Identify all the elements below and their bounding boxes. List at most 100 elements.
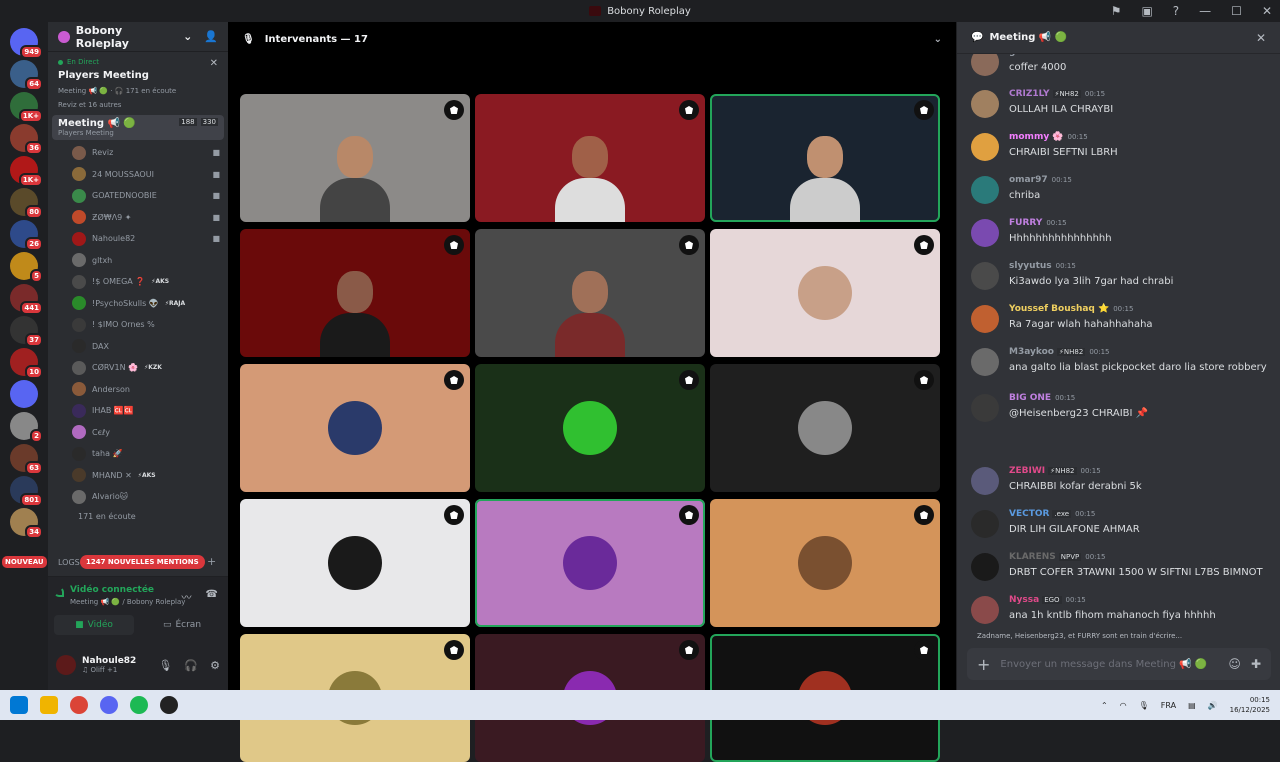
clock[interactable]: 00:15 16/12/2025 (1230, 695, 1270, 715)
add-channel-icon[interactable]: + (207, 555, 216, 568)
video-tile[interactable] (710, 499, 940, 627)
headphones-icon[interactable]: 🎧 (184, 659, 198, 672)
listeners-count[interactable]: 171 en écoute (48, 508, 228, 526)
server-icon[interactable]: 26 (10, 220, 43, 251)
taskbar-app-icon[interactable] (40, 696, 58, 714)
voice-member[interactable]: Nahoule82 ■ (72, 228, 228, 250)
chevron-down-icon[interactable]: ⌄ (934, 34, 942, 45)
server-icon[interactable]: 64 (10, 60, 43, 91)
voice-member[interactable]: CØRV1N 🌸 ⚡KZK (72, 357, 228, 379)
mic-icon[interactable]: 🎙 (158, 659, 172, 672)
server-icon[interactable]: 949 (10, 28, 43, 59)
voice-member[interactable]: !$ OMEGA ❓ ⚡AKS (72, 271, 228, 293)
live-event-card[interactable]: En Direct Players Meeting Meeting 📢 🟢 · … (48, 52, 228, 109)
taskbar-app-icon[interactable] (160, 696, 178, 714)
taskbar-app-icon[interactable] (100, 696, 118, 714)
spotlight-pin-icon[interactable] (679, 100, 699, 120)
help-icon[interactable]: ? (1173, 4, 1179, 18)
video-tile[interactable] (710, 94, 940, 222)
spotlight-pin-icon[interactable] (444, 640, 464, 660)
server-icon[interactable]: 1K+ (10, 156, 43, 187)
video-tile[interactable] (240, 229, 470, 357)
server-icon[interactable]: 801 (10, 476, 43, 507)
voice-member[interactable]: Cєℓу (72, 422, 228, 444)
server-icon[interactable]: 63 (10, 444, 43, 475)
spotlight-pin-icon[interactable] (679, 640, 699, 660)
video-tile[interactable] (710, 229, 940, 357)
voice-member[interactable]: IHAB 🆑🆑 (72, 400, 228, 422)
logs-category[interactable]: LOGS (58, 558, 80, 567)
wifi-icon[interactable]: ◠ (1120, 701, 1127, 710)
taskbar-app-icon[interactable] (70, 696, 88, 714)
voice-member[interactable]: GOATEDNOOBIE ■ (72, 185, 228, 207)
inbox-icon[interactable]: ⚑ (1111, 4, 1122, 18)
video-tile[interactable] (475, 364, 705, 492)
server-icon[interactable]: 36 (10, 124, 43, 155)
server-icon[interactable]: 37 (10, 316, 43, 347)
server-icon[interactable]: 34 (10, 508, 43, 539)
guild-header[interactable]: Bobony Roleplay ⌄ 👤 (48, 22, 228, 52)
server-icon[interactable]: 441 (10, 284, 43, 315)
avatar[interactable] (56, 655, 76, 675)
disconnect-icon[interactable]: ☎ (206, 589, 218, 604)
taskbar-app-icon[interactable] (130, 696, 148, 714)
mic-icon[interactable]: 🎙 (1139, 701, 1149, 710)
volume-icon[interactable]: 🔊 (1208, 701, 1218, 710)
voice-channel-meeting[interactable]: Meeting 📢 🟢 Players Meeting 188 330 (52, 115, 224, 140)
server-icon[interactable]: 2 (10, 412, 43, 443)
network-icon[interactable]: ▤ (1188, 701, 1196, 710)
video-tile[interactable] (240, 94, 470, 222)
nouveau-badge[interactable]: NOUVEAU (2, 556, 47, 568)
close-icon[interactable]: ✕ (1256, 31, 1266, 45)
server-icon[interactable]: 10 (10, 348, 43, 379)
voice-member[interactable]: taha 🚀 (72, 443, 228, 465)
screen-share-button[interactable]: ▭ Écran (142, 615, 222, 635)
spotlight-pin-icon[interactable] (679, 505, 699, 525)
video-tile[interactable] (475, 94, 705, 222)
spotlight-pin-icon[interactable] (914, 100, 934, 120)
video-button[interactable]: ■ Vidéo (54, 615, 134, 635)
voice-member[interactable]: !PsychoSkulls 👽 ⚡RAJA (72, 293, 228, 315)
spotlight-pin-icon[interactable] (444, 370, 464, 390)
video-tile[interactable] (240, 364, 470, 492)
attach-plus-icon[interactable]: + (977, 655, 990, 674)
spotlight-pin-icon[interactable] (679, 235, 699, 255)
voice-member[interactable]: Alvario🐱 (72, 486, 228, 508)
voice-member[interactable]: ƵØ₩Λ9 ✦ ■ (72, 207, 228, 229)
voice-member[interactable]: DAX (72, 336, 228, 358)
apps-icon[interactable]: ✚ (1251, 657, 1261, 671)
spotlight-pin-icon[interactable] (914, 235, 934, 255)
voice-member[interactable]: Anderson (72, 379, 228, 401)
chevron-up-icon[interactable]: ⌃ (1101, 701, 1108, 710)
server-icon[interactable]: 1K+ (10, 92, 43, 123)
emoji-icon[interactable]: ☺ (1228, 657, 1241, 671)
spotlight-pin-icon[interactable] (914, 505, 934, 525)
voice-member[interactable]: ! $IMO Ornes % (72, 314, 228, 336)
close-icon[interactable]: ✕ (210, 58, 218, 69)
server-icon[interactable] (10, 380, 38, 408)
video-tile[interactable] (710, 364, 940, 492)
video-tile[interactable] (240, 499, 470, 627)
language-indicator[interactable]: FRA (1161, 701, 1176, 710)
noise-suppression-icon[interactable]: 〰 (182, 589, 192, 604)
server-icon[interactable]: 5 (10, 252, 43, 283)
voice-member[interactable]: gltxh (72, 250, 228, 272)
minimize-button[interactable]: — (1199, 4, 1211, 18)
voice-member[interactable]: 24 MOUSSAOUI ■ (72, 164, 228, 186)
spotlight-pin-icon[interactable] (444, 235, 464, 255)
maximize-button[interactable]: ☐ (1231, 4, 1242, 18)
spotlight-pin-icon[interactable] (679, 370, 699, 390)
server-icon[interactable]: 80 (10, 188, 43, 219)
screen-icon[interactable]: ▣ (1141, 4, 1152, 18)
spotlight-pin-icon[interactable] (914, 370, 934, 390)
video-tile[interactable] (475, 499, 705, 627)
start-menu-icon[interactable] (10, 696, 28, 714)
add-member-icon[interactable]: 👤 (204, 30, 218, 43)
voice-channel-location[interactable]: Meeting 📢 🟢 / Bobony Roleplay (70, 598, 185, 606)
voice-member[interactable]: MHAND ✕ ⚡AKS (72, 465, 228, 487)
close-window-button[interactable]: ✕ (1262, 4, 1272, 18)
video-tile[interactable] (475, 229, 705, 357)
message-input[interactable]: + Envoyer un message dans Meeting 📢 🟢 ☺ … (967, 648, 1271, 680)
settings-gear-icon[interactable]: ⚙ (210, 659, 220, 672)
spotlight-pin-icon[interactable] (444, 100, 464, 120)
